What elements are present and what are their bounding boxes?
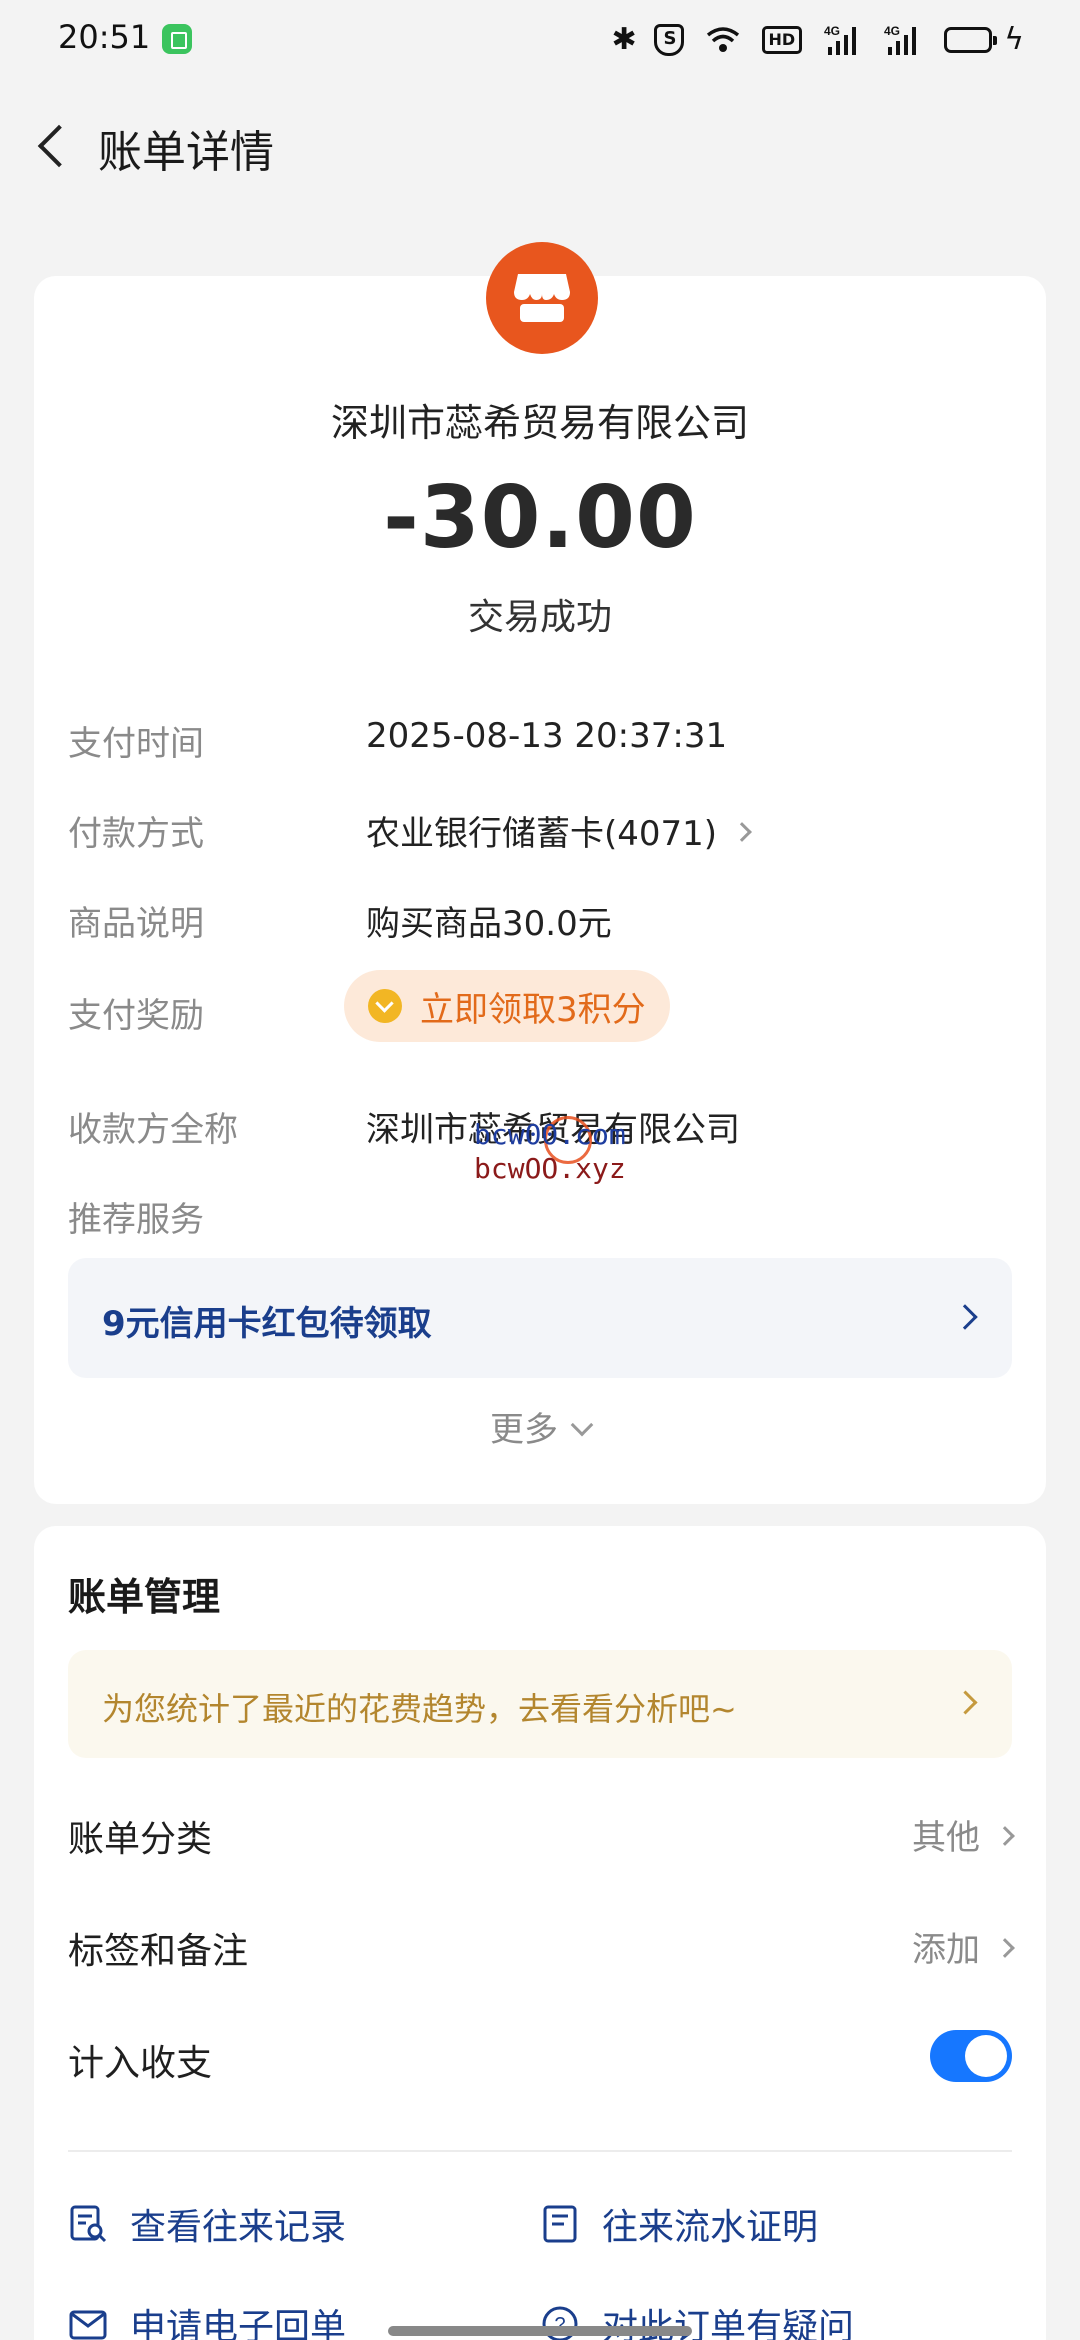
- bill-category-row[interactable]: 账单分类 其他: [68, 1788, 1015, 1878]
- pay-method-value: 农业银行储蓄卡(4071): [366, 814, 718, 854]
- chevron-right-icon: [995, 1825, 1015, 1846]
- records-search-icon: [68, 2204, 108, 2244]
- svg-text:4G: 4G: [884, 24, 900, 38]
- status-time: 20:51: [58, 18, 151, 56]
- claim-points-label: 立即领取3积分: [420, 989, 646, 1030]
- wechat-app-icon: [162, 24, 192, 54]
- tags-notes-row[interactable]: 标签和备注 添加: [68, 1900, 1015, 1990]
- claim-points-button[interactable]: 立即领取3积分: [344, 970, 670, 1042]
- section-title: 账单管理: [68, 1575, 221, 1619]
- transaction-amount: -30.00: [383, 468, 697, 568]
- category-value-wrap: 其他: [912, 1810, 1015, 1859]
- more-button[interactable]: 更多: [34, 1402, 1046, 1451]
- merchant-store-icon: [486, 242, 598, 354]
- detail-row-reward: 支付奖励 立即领取3积分: [68, 970, 1008, 1042]
- analysis-text: 为您统计了最近的花费趋势，去看看分析吧~: [102, 1690, 737, 1728]
- recommend-label: 推荐服务: [68, 1200, 204, 1240]
- chevron-right-icon: [952, 1304, 978, 1330]
- hd-badge: HD: [761, 26, 803, 54]
- status-bar: 20:51 ✱ HD 4G 4G ϟ: [0, 0, 1080, 84]
- transaction-proof-button[interactable]: 往来流水证明: [540, 2194, 818, 2254]
- chevron-right-icon: [953, 1690, 978, 1715]
- watermark-line1: bcw00.com: [474, 1118, 626, 1151]
- signal-sim1-icon: 4G: [824, 23, 862, 57]
- bluetooth-icon: ✱: [611, 22, 637, 57]
- product-value: 购买商品30.0元: [366, 904, 612, 944]
- tags-label: 标签和备注: [68, 1931, 249, 1972]
- transaction-card: 深圳市蕊希贸易有限公司 -30.00 交易成功 支付时间 2025-08-13 …: [34, 242, 1046, 1504]
- tags-value: 添加: [912, 1930, 980, 1970]
- detail-row-product: 商品说明 购买商品30.0元: [68, 888, 1008, 948]
- spending-analysis-banner[interactable]: 为您统计了最近的花费趋势，去看看分析吧~: [68, 1650, 1012, 1758]
- pay-method-label: 付款方式: [68, 814, 204, 854]
- product-label: 商品说明: [68, 904, 204, 944]
- signal-sim2-icon: 4G: [884, 23, 922, 57]
- e-receipt-label: 申请电子回单: [130, 2307, 347, 2340]
- document-icon: [540, 2204, 580, 2244]
- detail-row-pay-method[interactable]: 付款方式 农业银行储蓄卡(4071): [68, 798, 1008, 858]
- points-coin-icon: [368, 989, 402, 1023]
- e-receipt-button[interactable]: 申请电子回单: [68, 2294, 346, 2340]
- charging-bolt-icon: ϟ: [1004, 22, 1024, 57]
- pay-time-label: 支付时间: [68, 724, 204, 764]
- category-value: 其他: [912, 1818, 980, 1858]
- transaction-proof-label: 往来流水证明: [602, 2207, 819, 2248]
- chevron-down-icon: [570, 1413, 594, 1437]
- battery-icon: [944, 27, 998, 53]
- home-indicator[interactable]: [388, 2326, 692, 2336]
- chevron-right-icon: [995, 1937, 1015, 1958]
- credit-card-promo[interactable]: 9元信用卡红包待领取: [68, 1258, 1012, 1378]
- merchant-name: 深圳市蕊希贸易有限公司: [330, 401, 749, 445]
- page-title: 账单详情: [98, 127, 274, 178]
- pay-method-value-wrap[interactable]: 农业银行储蓄卡(4071): [366, 806, 752, 855]
- transaction-status: 交易成功: [467, 597, 612, 638]
- reward-label: 支付奖励: [68, 996, 204, 1036]
- tags-value-wrap: 添加: [912, 1922, 1015, 1971]
- back-arrow-icon[interactable]: [34, 124, 76, 166]
- status-icons: ✱ HD 4G 4G ϟ: [612, 22, 1024, 58]
- category-label: 账单分类: [68, 1819, 213, 1860]
- header: 账单详情: [0, 100, 1080, 190]
- wifi-icon: [706, 25, 740, 55]
- bill-management-card: 账单管理 为您统计了最近的花费趋势，去看看分析吧~ 账单分类 其他 标签和备注 …: [34, 1526, 1046, 2340]
- detail-row-pay-time: 支付时间 2025-08-13 20:37:31: [68, 708, 1008, 768]
- chevron-right-icon: [732, 821, 752, 842]
- toggle-knob: [965, 2035, 1007, 2077]
- include-toggle[interactable]: [930, 2030, 1012, 2082]
- view-records-button[interactable]: 查看往来记录: [68, 2194, 346, 2254]
- payee-label: 收款方全称: [68, 1110, 238, 1150]
- include-in-budget-row: 计入收支: [68, 2012, 1012, 2102]
- view-records-label: 查看往来记录: [130, 2207, 347, 2248]
- more-label: 更多: [490, 1410, 558, 1450]
- detail-row-recommend: 推荐服务: [68, 1184, 1008, 1244]
- divider: [68, 2150, 1012, 2152]
- svg-text:4G: 4G: [824, 24, 840, 38]
- mail-icon: [68, 2304, 108, 2340]
- security-shield-icon: [653, 24, 684, 56]
- promo-text: 9元信用卡红包待领取: [102, 1304, 432, 1344]
- include-label: 计入收支: [68, 2043, 213, 2084]
- pay-time-value: 2025-08-13 20:37:31: [366, 716, 728, 756]
- watermark-line2: bcwOO.xyz: [474, 1152, 626, 1185]
